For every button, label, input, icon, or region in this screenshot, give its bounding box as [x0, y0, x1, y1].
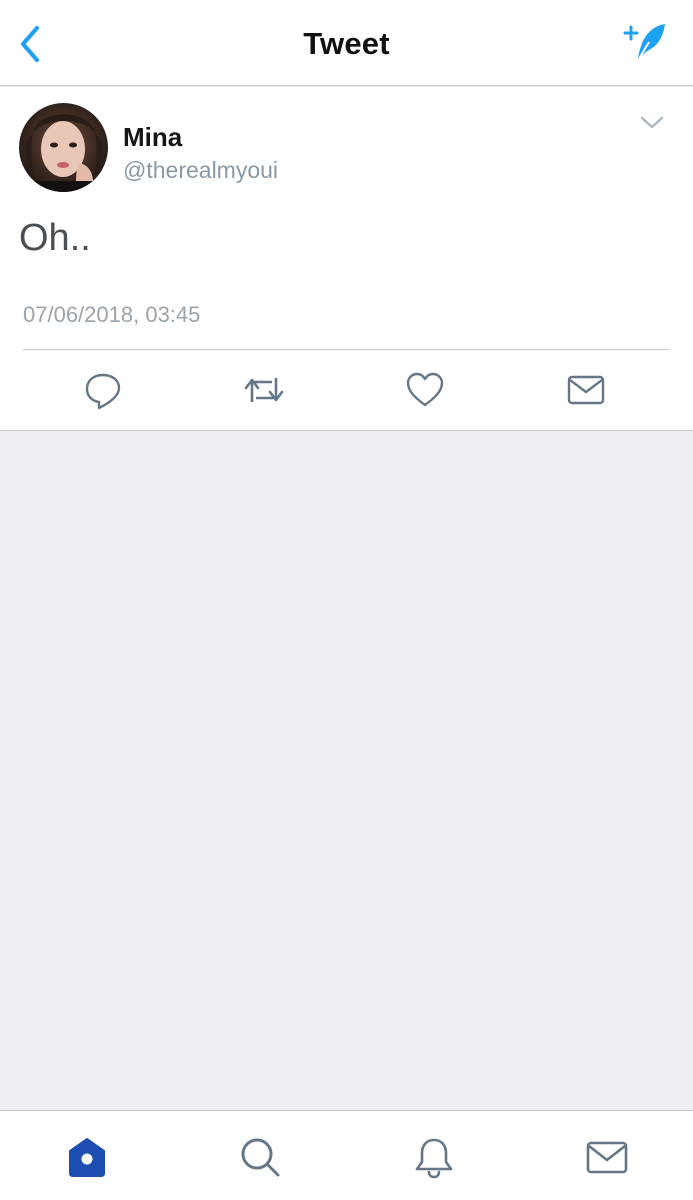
like-icon	[406, 372, 444, 407]
tweet-text: Oh..	[19, 217, 91, 259]
tweet-actions	[0, 367, 693, 413]
chevron-down-icon	[640, 116, 664, 129]
like-button[interactable]	[402, 367, 448, 413]
home-icon	[69, 1138, 105, 1177]
tab-home[interactable]	[63, 1133, 111, 1181]
tweet-card: Mina @therealmyoui Oh.. 07/06/2018, 03:4…	[0, 87, 693, 431]
reply-button[interactable]	[80, 367, 126, 413]
compose-button[interactable]	[619, 20, 671, 66]
search-icon	[241, 1138, 280, 1177]
notifications-icon	[415, 1138, 453, 1179]
tab-messages[interactable]	[583, 1133, 631, 1181]
direct-message-icon	[567, 375, 605, 405]
tweet-options-button[interactable]	[637, 111, 667, 135]
author-name[interactable]: Mina	[123, 122, 182, 153]
tab-bar	[0, 1110, 693, 1200]
tweet-timestamp: 07/06/2018, 03:45	[23, 302, 201, 327]
avatar[interactable]	[19, 103, 108, 192]
direct-message-button[interactable]	[563, 367, 609, 413]
page-title: Tweet	[303, 26, 390, 61]
divider	[23, 349, 670, 350]
tab-notifications[interactable]	[410, 1133, 458, 1181]
messages-icon	[586, 1141, 628, 1174]
tab-search[interactable]	[236, 1133, 284, 1181]
nav-bar: Tweet	[0, 0, 693, 86]
reply-icon	[85, 373, 121, 410]
retweet-icon	[244, 378, 284, 402]
retweet-button[interactable]	[241, 367, 287, 413]
compose-feather-icon	[623, 24, 665, 63]
empty-content-area	[0, 432, 693, 1110]
author-handle[interactable]: @therealmyoui	[123, 157, 278, 184]
